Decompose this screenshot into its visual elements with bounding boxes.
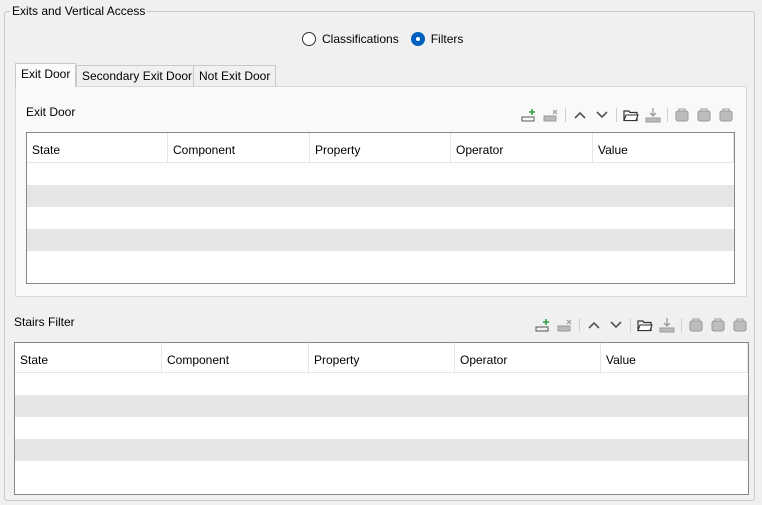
bag-icon[interactable] xyxy=(674,107,690,123)
mode-radio-group: Classifications Filters xyxy=(302,31,475,47)
table-row[interactable] xyxy=(27,163,734,185)
classifications-radio-circle[interactable] xyxy=(302,32,316,46)
table-row[interactable] xyxy=(15,373,748,395)
stairs-filter-section-title: Stairs Filter xyxy=(14,315,75,329)
add-row-icon[interactable] xyxy=(521,107,537,123)
open-folder-icon[interactable] xyxy=(623,107,639,123)
table-row[interactable] xyxy=(27,185,734,207)
delete-row-icon[interactable] xyxy=(557,317,573,333)
table-row[interactable] xyxy=(15,417,748,439)
download-icon[interactable] xyxy=(645,107,661,123)
exit-door-grid-header: State Component Property Operator Value xyxy=(27,133,734,163)
column-header-operator[interactable]: Operator xyxy=(455,343,601,372)
column-header-state[interactable]: State xyxy=(15,343,162,372)
column-header-component[interactable]: Component xyxy=(162,343,309,372)
filters-radio-circle[interactable] xyxy=(410,32,425,46)
table-row[interactable] xyxy=(15,395,748,417)
move-down-icon[interactable] xyxy=(594,107,610,123)
column-header-state[interactable]: State xyxy=(27,133,168,162)
move-down-icon[interactable] xyxy=(608,317,624,333)
exit-door-toolbar xyxy=(521,107,740,123)
toolbar-separator xyxy=(565,108,566,122)
filters-radio[interactable]: Filters xyxy=(410,32,464,46)
toolbar-separator xyxy=(630,318,631,332)
bag-icon[interactable] xyxy=(710,317,726,333)
tab-not-exit-door[interactable]: Not Exit Door xyxy=(193,65,277,86)
bag-icon[interactable] xyxy=(718,107,734,123)
stairs-filter-grid-header: State Component Property Operator Value xyxy=(15,343,748,373)
move-up-icon[interactable] xyxy=(586,317,602,333)
delete-row-icon[interactable] xyxy=(543,107,559,123)
bag-icon[interactable] xyxy=(688,317,704,333)
column-header-property[interactable]: Property xyxy=(309,343,455,372)
classifications-radio-label[interactable]: Classifications xyxy=(322,32,399,46)
exit-door-grid[interactable]: State Component Property Operator Value xyxy=(26,132,735,284)
stairs-toolbar xyxy=(535,317,754,333)
add-row-icon[interactable] xyxy=(535,317,551,333)
stairs-filter-grid[interactable]: State Component Property Operator Value xyxy=(14,342,749,495)
toolbar-separator xyxy=(681,318,682,332)
bag-icon[interactable] xyxy=(696,107,712,123)
column-header-property[interactable]: Property xyxy=(310,133,451,162)
toolbar-separator xyxy=(616,108,617,122)
tab-exit-door[interactable]: Exit Door xyxy=(15,63,77,87)
tab-secondary-exit-door[interactable]: Secondary Exit Door xyxy=(76,65,199,86)
table-row[interactable] xyxy=(27,207,734,229)
download-icon[interactable] xyxy=(659,317,675,333)
column-header-value[interactable]: Value xyxy=(593,133,734,162)
table-row[interactable] xyxy=(27,229,734,251)
table-row[interactable] xyxy=(27,251,734,273)
filters-radio-label[interactable]: Filters xyxy=(431,32,464,46)
column-header-component[interactable]: Component xyxy=(168,133,310,162)
open-folder-icon[interactable] xyxy=(637,317,653,333)
move-up-icon[interactable] xyxy=(572,107,588,123)
column-header-operator[interactable]: Operator xyxy=(451,133,593,162)
table-row[interactable] xyxy=(15,439,748,461)
bag-icon[interactable] xyxy=(732,317,748,333)
column-header-value[interactable]: Value xyxy=(601,343,748,372)
classifications-radio[interactable]: Classifications xyxy=(302,32,399,46)
toolbar-separator xyxy=(579,318,580,332)
toolbar-separator xyxy=(667,108,668,122)
group-title: Exits and Vertical Access xyxy=(10,4,148,18)
exit-door-section-title: Exit Door xyxy=(26,105,76,119)
table-row[interactable] xyxy=(15,461,748,483)
